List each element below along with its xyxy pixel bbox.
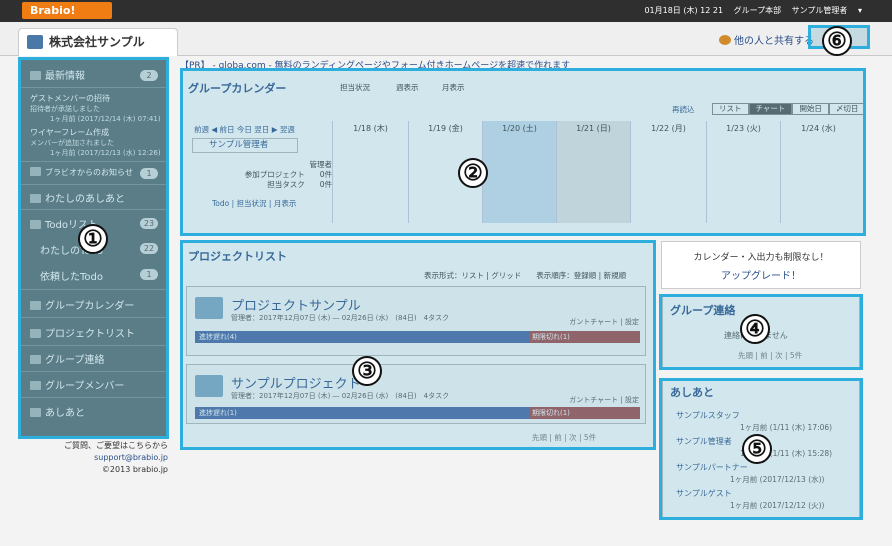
badge-1: ①	[78, 224, 108, 254]
share-label: 他の人と共有する	[734, 36, 814, 47]
datetime: 01月18日 (木) 12 21	[644, 6, 724, 15]
support-email-link[interactable]: support@brabio.jp	[94, 453, 168, 462]
badge-4: ④	[740, 314, 770, 344]
building-icon	[27, 35, 43, 49]
contact-text: ご質問、ご要望はこちらから	[64, 441, 168, 450]
badge-2: ②	[458, 158, 488, 188]
user-menu[interactable]: サンプル管理者	[792, 6, 848, 15]
upgrade-text: カレンダー・入出力も制限なし！	[693, 253, 829, 263]
highlight-projects	[180, 240, 656, 450]
copyright: ©2013 brabio.jp	[101, 465, 168, 474]
upgrade-link[interactable]: アップグレード！	[662, 267, 860, 282]
share-link[interactable]: 他の人と共有する	[719, 32, 814, 47]
header: 株式会社サンプル 他の人と共有する	[0, 22, 892, 56]
company-tab[interactable]: 株式会社サンプル	[18, 28, 178, 56]
chevron-down-icon[interactable]: ▾	[858, 6, 862, 15]
badge-3: ③	[352, 356, 382, 386]
sidebar-footer: ご質問、ご要望はこちらから support@brabio.jp ©2013 br…	[40, 440, 168, 476]
badge-6: ⑥	[822, 26, 852, 56]
group-link[interactable]: グループ本部	[734, 6, 782, 15]
highlight-calendar	[180, 68, 866, 236]
badge-5: ⑤	[742, 434, 772, 464]
top-right-info: 01月18日 (木) 12 21 グループ本部 サンプル管理者 ▾	[636, 5, 862, 16]
brabio-logo[interactable]: Brabio!	[22, 2, 112, 19]
company-name: 株式会社サンプル	[49, 35, 145, 49]
upgrade-box[interactable]: カレンダー・入出力も制限なし！ アップグレード！	[661, 241, 861, 289]
top-bar: Brabio! 01月18日 (木) 12 21 グループ本部 サンプル管理者 …	[0, 0, 892, 22]
people-icon	[719, 35, 731, 45]
